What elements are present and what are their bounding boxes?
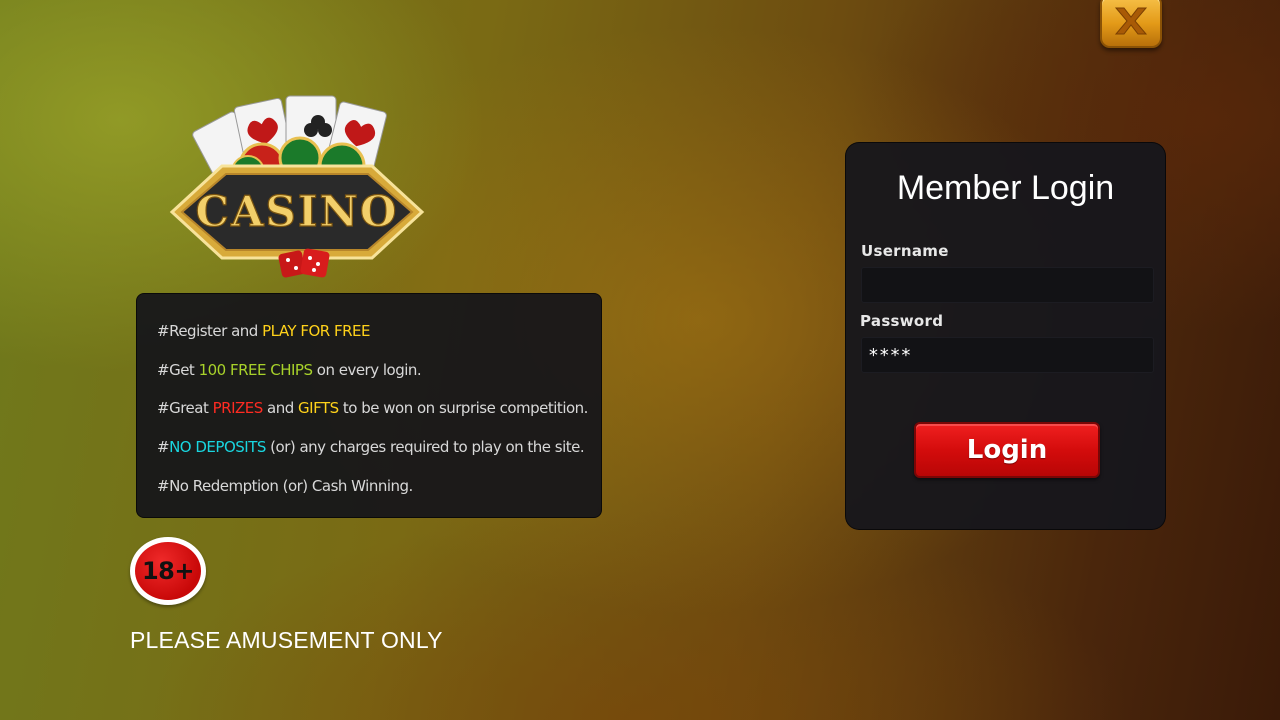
promo-info-line: #Get 100 FREE CHIPS on every login. xyxy=(157,359,601,398)
promo-info-panel: #Register and PLAY FOR FREE #Get 100 FREE… xyxy=(136,293,602,518)
promo-info-segment: #Get xyxy=(157,360,199,379)
promo-info-segment: on every login. xyxy=(312,360,422,379)
member-login-panel: Member Login Username Password Login xyxy=(845,142,1166,530)
password-input[interactable] xyxy=(861,337,1154,373)
promo-info-segment: and xyxy=(262,399,299,418)
close-button[interactable] xyxy=(1100,0,1162,48)
username-label: Username xyxy=(861,242,949,260)
promo-info-segment: PRIZES xyxy=(212,399,264,418)
promo-info-segment: # xyxy=(157,438,170,457)
promo-info-segment: NO DEPOSITS xyxy=(169,438,266,457)
password-label: Password xyxy=(860,312,944,330)
promo-info-segment: GIFTS xyxy=(298,399,339,418)
promo-info-segment: 100 FREE CHIPS xyxy=(198,360,313,379)
promo-info-segment: #No Redemption (or) Cash Winning. xyxy=(157,476,413,495)
amusement-only-notice: PLEASE AMUSEMENT ONLY xyxy=(130,627,443,653)
promo-info-segment: PLAY FOR FREE xyxy=(262,322,370,340)
casino-logo: CASINO xyxy=(169,95,425,278)
logo-text: CASINO xyxy=(196,187,399,236)
promo-info-line: #No Redemption (or) Cash Winning. xyxy=(157,475,601,514)
login-button[interactable]: Login xyxy=(914,422,1100,478)
age-badge-label: 18+ xyxy=(135,542,201,600)
close-icon xyxy=(1114,7,1148,35)
promo-info-list: #Register and PLAY FOR FREE #Get 100 FREE… xyxy=(157,320,601,513)
login-title: Member Login xyxy=(896,169,1115,207)
promo-info-line: #NO DEPOSITS (or) any charges required t… xyxy=(157,436,601,475)
promo-info-segment: to be won on surprise competition. xyxy=(338,399,589,418)
promo-info-segment: #Great xyxy=(157,399,213,418)
promo-info-segment: #Register and xyxy=(157,322,263,340)
promo-info-line: #Great PRIZES and GIFTS to be won on sur… xyxy=(157,397,601,436)
promo-info-line: #Register and PLAY FOR FREE xyxy=(157,320,601,359)
promo-info-segment: (or) any charges required to play on the… xyxy=(265,438,585,457)
username-input[interactable] xyxy=(861,267,1154,303)
age-restriction-badge: 18+ xyxy=(130,537,206,605)
